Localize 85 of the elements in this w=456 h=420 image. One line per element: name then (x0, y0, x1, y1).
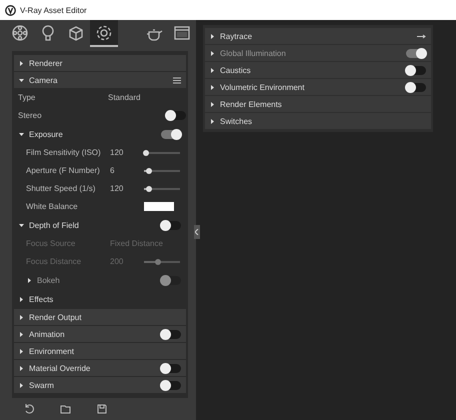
rollout-title: Renderer (29, 58, 64, 68)
rollout-header[interactable]: Animation (14, 326, 186, 342)
rollout-header[interactable]: Switches (205, 113, 431, 129)
slider-thumb[interactable] (142, 150, 149, 156)
rollout-header[interactable]: Renderer (14, 55, 186, 71)
rollout-title: Render Output (29, 312, 82, 322)
rollout-title: Swarm (29, 380, 55, 390)
group-title: Exposure (29, 130, 64, 138)
window-title: V-Ray Asset Editor (20, 6, 87, 14)
rollout-title: Animation (29, 330, 66, 338)
rollout-title: Raytrace (220, 32, 254, 40)
frame-buffer-icon (173, 24, 191, 42)
dropdown-value[interactable]: Standard (108, 93, 182, 102)
collapsed-caret-icon (19, 314, 24, 320)
expanded-caret-icon (19, 132, 24, 136)
toggle-switch[interactable] (406, 66, 426, 74)
number-field[interactable]: 120 (110, 148, 144, 157)
collapsed-caret-icon (210, 68, 215, 72)
collapsed-caret-icon (19, 60, 24, 66)
group-header[interactable]: Exposure (14, 125, 186, 143)
property-label: Focus Distance (26, 257, 82, 266)
toggle-switch[interactable] (166, 111, 186, 120)
collapsed-caret-icon (19, 296, 24, 302)
undo-icon[interactable] (24, 404, 34, 414)
toggle-switch[interactable] (161, 220, 181, 230)
collapsed-caret-icon (19, 348, 24, 354)
expanded-caret-icon (19, 222, 24, 228)
rollout-header[interactable]: Swarm (14, 377, 186, 393)
app-logo-icon (5, 4, 16, 16)
number-field[interactable]: 120 (110, 184, 144, 193)
rollout-header[interactable]: Volumetric Environment (205, 79, 431, 95)
color-swatch[interactable] (144, 202, 174, 211)
sphere-icon (11, 24, 29, 42)
rollout-header[interactable]: Environment (14, 343, 186, 359)
rollout-title: Render Elements (220, 100, 283, 108)
property-label: Aperture (F Number) (26, 166, 101, 175)
rollout-title: Environment (29, 346, 75, 356)
toggle-switch[interactable] (161, 380, 181, 390)
collapsed-caret-icon (210, 118, 215, 124)
rollout-title: Global Illumination (220, 48, 287, 58)
property-label: Film Sensitivity (ISO) (26, 148, 102, 157)
group-header[interactable]: Depth of Field (14, 216, 186, 234)
collapsed-caret-icon (19, 366, 24, 370)
folder-icon[interactable] (60, 404, 71, 414)
rollout-title: Caustics (220, 66, 252, 74)
rollout-title: Volumetric Environment (220, 82, 306, 92)
rollout-header[interactable]: Raytrace (205, 28, 431, 44)
collapsed-caret-icon (210, 102, 215, 106)
rollout-title: Material Override (29, 364, 92, 372)
toggle-switch[interactable] (161, 130, 181, 138)
group-title: Effects (29, 294, 54, 304)
rollout-header[interactable]: Camera (14, 72, 186, 88)
toggle-switch[interactable] (161, 364, 181, 372)
collapsed-caret-icon (210, 50, 215, 56)
collapsed-caret-icon (210, 84, 215, 90)
rollout-header[interactable]: Material Override (14, 360, 186, 376)
group-title: Depth of Field (29, 220, 80, 230)
rollout-title: Camera (29, 76, 58, 84)
property-label: White Balance (26, 202, 79, 211)
rollout-header[interactable]: Render Output (14, 309, 186, 325)
toolbar-tab[interactable] (90, 20, 118, 47)
collapse-handle[interactable] (194, 225, 200, 239)
collapsed-caret-icon (210, 34, 215, 38)
save-icon[interactable] (97, 404, 107, 414)
toggle-switch[interactable] (406, 82, 426, 92)
property-label: Focus Source (26, 239, 76, 248)
group-title: Bokeh (37, 276, 61, 284)
collapsed-caret-icon (27, 278, 32, 282)
number-field[interactable]: 6 (110, 166, 144, 175)
slider-thumb[interactable] (146, 168, 152, 174)
property-label: Stereo (18, 111, 43, 120)
property-label: Type (18, 93, 36, 102)
slider-thumb[interactable] (146, 186, 152, 192)
group-header[interactable]: Effects (14, 290, 186, 308)
collapsed-caret-icon (19, 382, 24, 388)
rollout-header[interactable]: Render Elements (205, 96, 431, 112)
arrow-icon[interactable] (417, 34, 426, 38)
settings-icon (95, 24, 113, 42)
rollout-title: Switches (220, 116, 254, 126)
toggle-switch[interactable] (161, 330, 181, 338)
expanded-caret-icon (19, 78, 24, 82)
cube-icon (67, 24, 85, 42)
property-label: Shutter Speed (1/s) (26, 184, 96, 193)
rollout-header[interactable]: Caustics (205, 62, 431, 78)
collapsed-caret-icon (19, 332, 24, 336)
